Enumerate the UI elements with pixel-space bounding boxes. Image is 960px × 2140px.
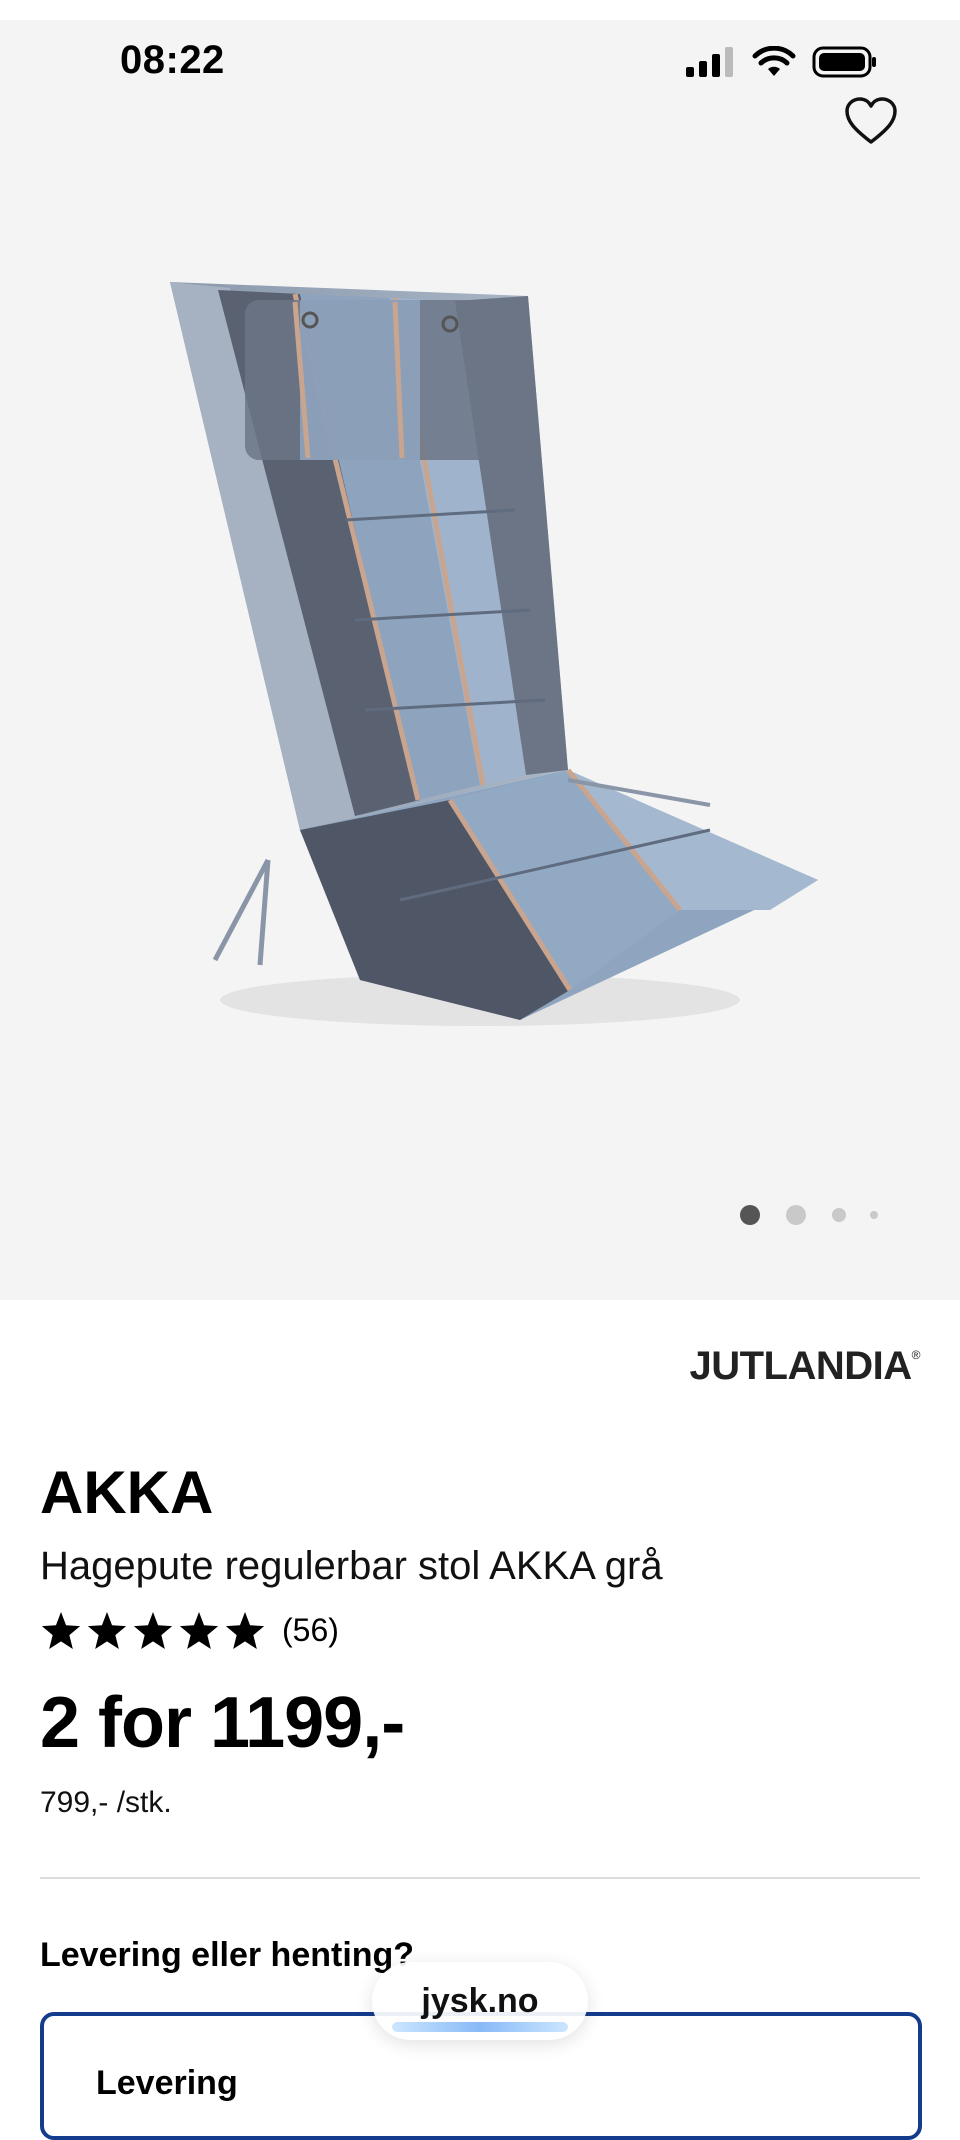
registered-mark: ® <box>911 1348 921 1362</box>
rating[interactable]: (56) <box>40 1612 339 1652</box>
signal-icon <box>686 47 733 77</box>
star-icon <box>133 1612 173 1650</box>
wifi-icon <box>752 46 796 76</box>
url-text: jysk.no <box>421 1981 539 2020</box>
carousel-dot[interactable] <box>832 1208 846 1222</box>
battery-icon <box>812 46 876 78</box>
product-name: AKKA <box>40 1459 214 1526</box>
product-gallery[interactable]: 08:22 <box>0 0 960 1300</box>
product-image <box>170 282 818 1026</box>
rating-stars <box>40 1612 266 1652</box>
divider <box>40 1877 920 1879</box>
brand-logo[interactable]: JUTLANDIA® <box>689 1344 920 1389</box>
star-icon <box>87 1612 127 1650</box>
carousel-dots <box>740 1203 878 1227</box>
brand-logo-text: JUTLANDIA <box>689 1344 912 1388</box>
url-loading-glow <box>392 2022 568 2032</box>
delivery-heading: Levering eller henting? <box>40 1936 415 1974</box>
browser-url-bar[interactable]: jysk.no <box>372 1962 588 2040</box>
status-bar: 08:22 <box>0 20 960 110</box>
carousel-dot-active[interactable] <box>740 1205 760 1225</box>
top-strip <box>0 0 960 20</box>
star-icon <box>225 1612 265 1650</box>
carousel-dot[interactable] <box>870 1211 878 1219</box>
favorite-button[interactable] <box>844 96 898 146</box>
heart-icon <box>845 97 897 144</box>
delivery-option-label: Levering <box>96 2064 238 2102</box>
review-count: (56) <box>282 1611 339 1648</box>
price-offer: 2 for 1199,- <box>40 1683 405 1763</box>
unit-price: 799,- /stk. <box>40 1786 172 1819</box>
status-time: 08:22 <box>120 38 225 82</box>
product-description: Hagepute regulerbar stol AKKA grå <box>40 1544 663 1588</box>
star-icon <box>179 1612 219 1650</box>
carousel-dot[interactable] <box>786 1205 806 1225</box>
status-icons <box>686 46 878 78</box>
star-icon <box>41 1612 81 1650</box>
